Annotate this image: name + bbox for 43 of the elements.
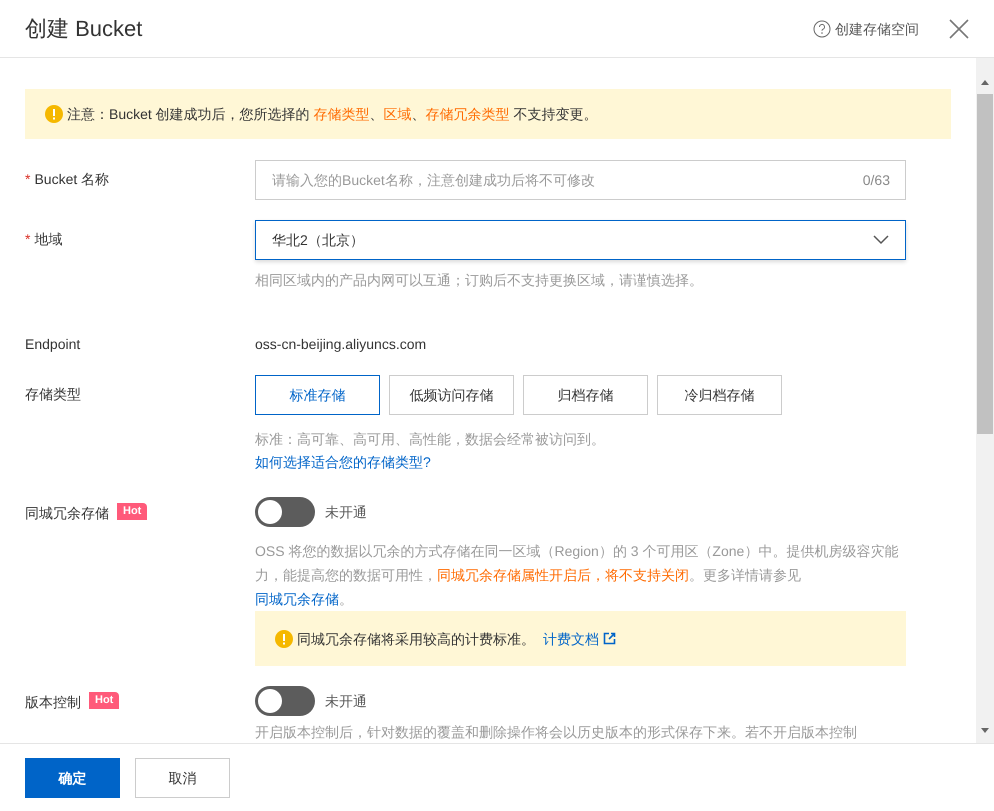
scroll-up-icon[interactable] (981, 80, 989, 85)
endpoint-value: oss-cn-beijing.aliyuncs.com (255, 335, 426, 354)
hot-badge: Hot (117, 503, 148, 520)
warning-icon (45, 105, 63, 123)
hint-text: 标准：高可靠、高可用、高性能，数据会经常被访问到。 (255, 430, 606, 449)
storage-class-option[interactable]: 低频访问存储 (389, 375, 514, 415)
help-link[interactable]: 创建存储空间 (813, 18, 919, 38)
cancel-button[interactable]: 取消 (135, 758, 230, 798)
toggle-switch[interactable] (255, 497, 315, 527)
field-label: 存储类型 (25, 385, 81, 404)
description-text: OSS 将您的数据以冗余的方式存储在同一区域（Region）的 3 个可用区（Zone）中。提供机房级容灾能力，能提高您的数据可用性，同城冗余存储属性开启后，将不支持关闭。更多详情请参见 同城冗余存储。 (255, 542, 900, 609)
description-text: 开启版本控制后，针对数据的覆盖和删除操作将会以历史版本的形式保存下来。若不开启版本控制 (255, 723, 858, 742)
toggle-status: 未开通 (325, 692, 367, 711)
storage-class-option[interactable]: 标准存储 (255, 375, 380, 415)
hot-badge: Hot (89, 692, 120, 709)
toggle-switch[interactable] (255, 686, 315, 716)
pricing-link[interactable]: 计费文档 (543, 628, 616, 648)
scroll-down-icon[interactable] (981, 728, 989, 733)
chevron-down-icon (873, 235, 889, 245)
required-mark: * (25, 230, 30, 249)
character-counter: 0/63 (862, 171, 890, 190)
external-link-icon (603, 632, 616, 645)
field-label: Bucket 名称 (34, 170, 110, 189)
help-link[interactable]: 如何选择适合您的存储类型? (255, 452, 431, 472)
scrollbar[interactable] (976, 58, 994, 743)
notice-text: 注意：Bucket 创建成功后，您所选择的 存储类型、区域、存储冗余类型 不支持变更。 (67, 105, 598, 124)
toggle-status: 未开通 (325, 503, 367, 522)
storage-class-option[interactable]: 冷归档存储 (657, 375, 782, 415)
field-label: 版本控制 (25, 693, 81, 712)
help-link[interactable]: 同城冗余存储 (255, 591, 339, 607)
warning-icon (275, 630, 293, 648)
hint-text: 相同区域内的产品内网可以互通；订购后不支持更换区域，请谨慎选择。 (255, 271, 704, 290)
field-label: 同城冗余存储 (25, 504, 109, 523)
field-label: Endpoint (25, 335, 80, 354)
confirm-button[interactable]: 确定 (25, 758, 120, 798)
dialog-title: 创建 Bucket (25, 15, 142, 43)
storage-class-option[interactable]: 归档存储 (523, 375, 648, 415)
field-label: 地域 (34, 230, 62, 249)
close-icon[interactable] (949, 18, 969, 38)
region-select[interactable]: 华北2（北京） (255, 220, 906, 260)
required-mark: * (25, 170, 30, 189)
warning-text: 同城冗余存储将采用较高的计费标准。 (297, 630, 535, 648)
help-icon (813, 20, 831, 38)
